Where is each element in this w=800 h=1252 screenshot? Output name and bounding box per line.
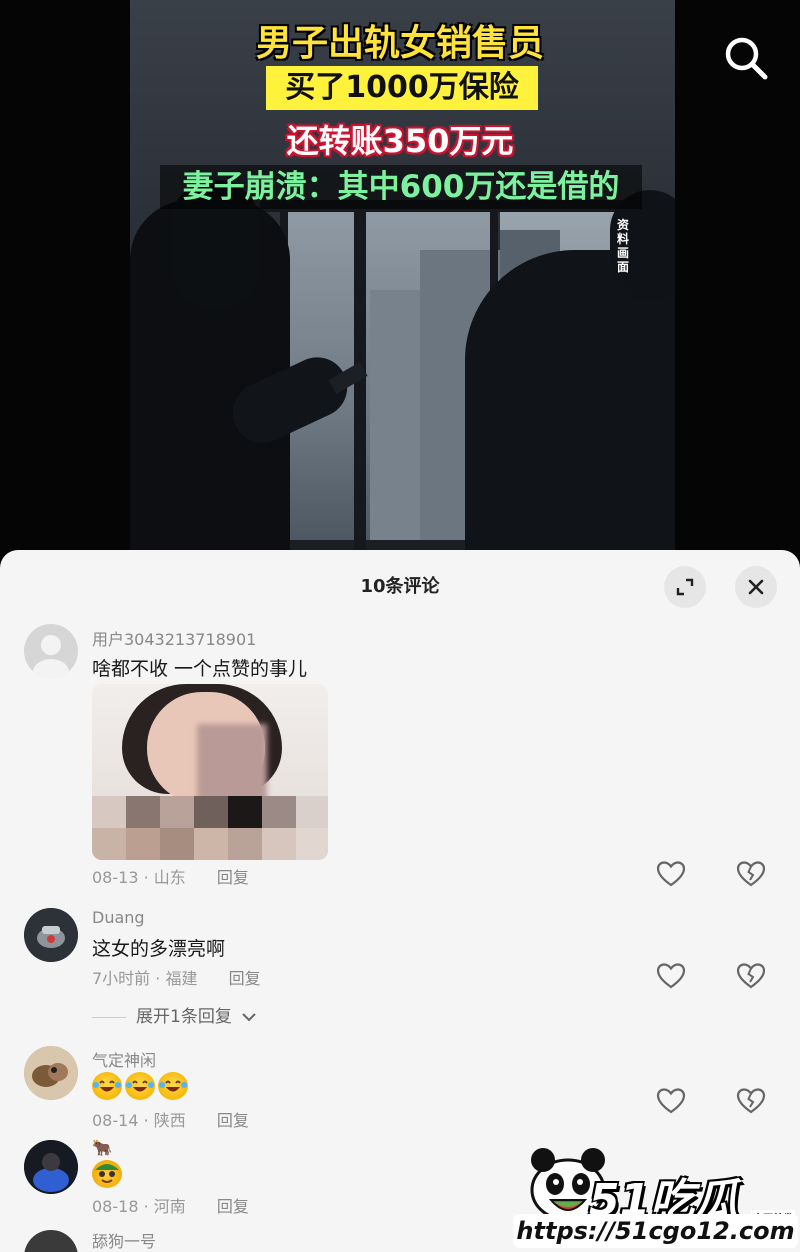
comment-location: 山东 [153, 868, 186, 887]
comment-username[interactable]: 舔狗一号 [92, 1228, 156, 1252]
reply-button[interactable]: 回复 [217, 1197, 249, 1216]
divider [92, 1016, 126, 1018]
dislike-icon[interactable] [736, 860, 766, 888]
reply-button[interactable]: 回复 [229, 969, 261, 988]
laughing-emoji-icon [158, 1072, 188, 1100]
mosaic-block [92, 828, 126, 860]
comment-emoji-row [92, 1160, 125, 1188]
avatar[interactable] [24, 1230, 78, 1252]
mosaic-block [194, 796, 228, 828]
comment-meta: 08-14 · 陕西 回复 [92, 1107, 249, 1131]
mosaic-block [194, 828, 228, 860]
comment-username[interactable]: Duang [92, 908, 145, 927]
comment-date: 08-13 [92, 868, 139, 887]
expand-button[interactable] [664, 566, 706, 608]
video-player[interactable]: 男子出轨女销售员 买了1000万保险 还转账350万元 妻子崩溃：其中600万还… [0, 0, 800, 560]
chevron-down-icon [242, 1013, 256, 1022]
like-icon[interactable] [656, 1087, 686, 1115]
search-button[interactable] [720, 32, 772, 84]
comment-username[interactable]: 气定神闲 [92, 1047, 156, 1071]
comment-dot: · [143, 1197, 154, 1216]
mosaic-block [160, 828, 194, 860]
comment-dot: · [143, 868, 154, 887]
mosaic-block [126, 796, 160, 828]
laughing-emoji-icon [125, 1072, 155, 1100]
comment-meta: 7小时前 · 福建 回复 [92, 965, 261, 989]
reply-button[interactable]: 回复 [217, 868, 249, 887]
laughing-emoji-icon [92, 1072, 122, 1100]
watermark-url: https://51cgo12.com [513, 1214, 798, 1248]
mosaic-block [296, 796, 328, 828]
comment-username[interactable]: 🐂 [92, 1138, 112, 1157]
expand-replies-button[interactable]: 展开1条回复 [92, 1002, 257, 1027]
comment-location: 福建 [165, 969, 198, 988]
site-watermark: 51吃瓜 全网首发 https://51cgo12.com [505, 1140, 800, 1252]
comment-location: 河南 [153, 1197, 186, 1216]
video-title-line-3: 还转账350万元 [286, 122, 514, 160]
mosaic-block [262, 828, 296, 860]
close-icon [748, 579, 764, 595]
close-button[interactable] [735, 566, 777, 608]
mosaic-block [228, 828, 262, 860]
comment-meta: 08-18 · 河南 回复 [92, 1193, 249, 1217]
comment-emoji-row [92, 1072, 191, 1100]
comment-username[interactable]: 用户3043213718901 [92, 626, 256, 650]
comment-dot: · [155, 969, 166, 988]
mosaic-block [228, 796, 262, 828]
nerd-emoji-icon [92, 1160, 122, 1188]
avatar[interactable] [24, 908, 78, 962]
mosaic-block [262, 796, 296, 828]
mosaic-block [296, 828, 328, 860]
avatar-image [24, 1140, 78, 1194]
mosaic-block [126, 828, 160, 860]
comment-text: 啥都不收 一个点赞的事儿 [92, 658, 308, 680]
video-title-line-1: 男子出轨女销售员 [255, 23, 544, 64]
avatar-image [24, 1046, 78, 1100]
expand-replies-label: 展开1条回复 [136, 1007, 232, 1027]
avatar[interactable] [24, 1140, 78, 1194]
avatar-image [24, 908, 78, 962]
comment-dot: · [143, 1111, 154, 1130]
comment-date: 08-14 [92, 1111, 139, 1130]
source-tag: 资料画面 [616, 218, 629, 274]
comment-image[interactable] [92, 684, 328, 860]
expand-icon [676, 578, 694, 596]
comment-location: 陕西 [153, 1111, 186, 1130]
mosaic-block [160, 796, 194, 828]
search-icon [725, 37, 768, 80]
mosaic-block [92, 796, 126, 828]
building [370, 290, 420, 540]
comment-text: 这女的多漂亮啊 [92, 938, 226, 960]
video-title-line-2: 买了1000万保险 [266, 66, 538, 110]
video-title-line-4: 妻子崩溃：其中600万还是借的 [160, 165, 642, 209]
like-icon[interactable] [656, 860, 686, 888]
comment-date: 7小时前 [92, 969, 151, 988]
comment-meta: 08-13 · 山东 回复 [92, 864, 249, 888]
dislike-icon[interactable] [736, 1087, 766, 1115]
avatar[interactable] [24, 624, 78, 678]
comment-date: 08-18 [92, 1197, 139, 1216]
default-user-icon [33, 635, 69, 678]
reply-button[interactable]: 回复 [217, 1111, 249, 1130]
like-icon[interactable] [656, 962, 686, 990]
app-root: 男子出轨女销售员 买了1000万保险 还转账350万元 妻子崩溃：其中600万还… [0, 0, 800, 1252]
avatar[interactable] [24, 1046, 78, 1100]
dislike-icon[interactable] [736, 962, 766, 990]
